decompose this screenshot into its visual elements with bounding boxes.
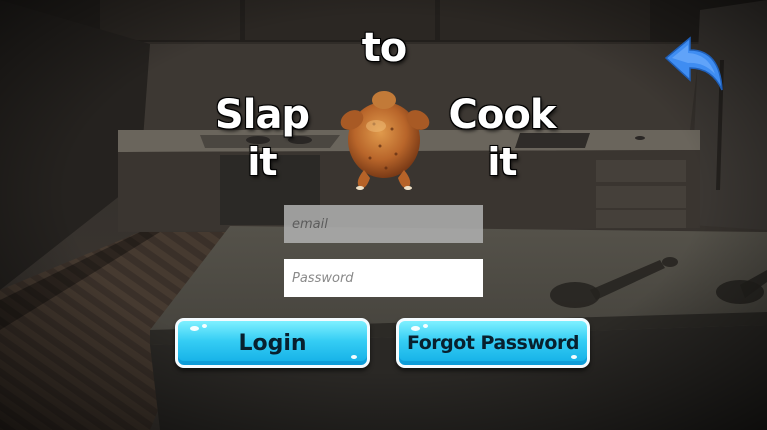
title-slap: Slap bbox=[214, 92, 310, 138]
title-slap-it: it bbox=[247, 140, 277, 184]
button-shine bbox=[351, 355, 357, 359]
email-field[interactable] bbox=[284, 205, 483, 243]
forgot-password-label: Forgot Password bbox=[407, 332, 579, 354]
button-shine bbox=[423, 324, 428, 328]
button-shine bbox=[190, 326, 199, 331]
button-shine bbox=[202, 324, 207, 328]
title-cook: Cook bbox=[448, 92, 557, 138]
login-button[interactable]: Login bbox=[175, 318, 370, 368]
password-field[interactable] bbox=[284, 259, 483, 297]
forgot-password-button[interactable]: Forgot Password bbox=[396, 318, 590, 368]
back-arrow-icon[interactable] bbox=[660, 34, 726, 94]
button-shine bbox=[411, 326, 420, 331]
login-label: Login bbox=[238, 330, 307, 356]
roast-chicken-icon bbox=[340, 91, 430, 190]
button-shine bbox=[571, 355, 577, 359]
title-cook-it: it bbox=[487, 140, 517, 184]
title-to: to bbox=[361, 25, 408, 71]
